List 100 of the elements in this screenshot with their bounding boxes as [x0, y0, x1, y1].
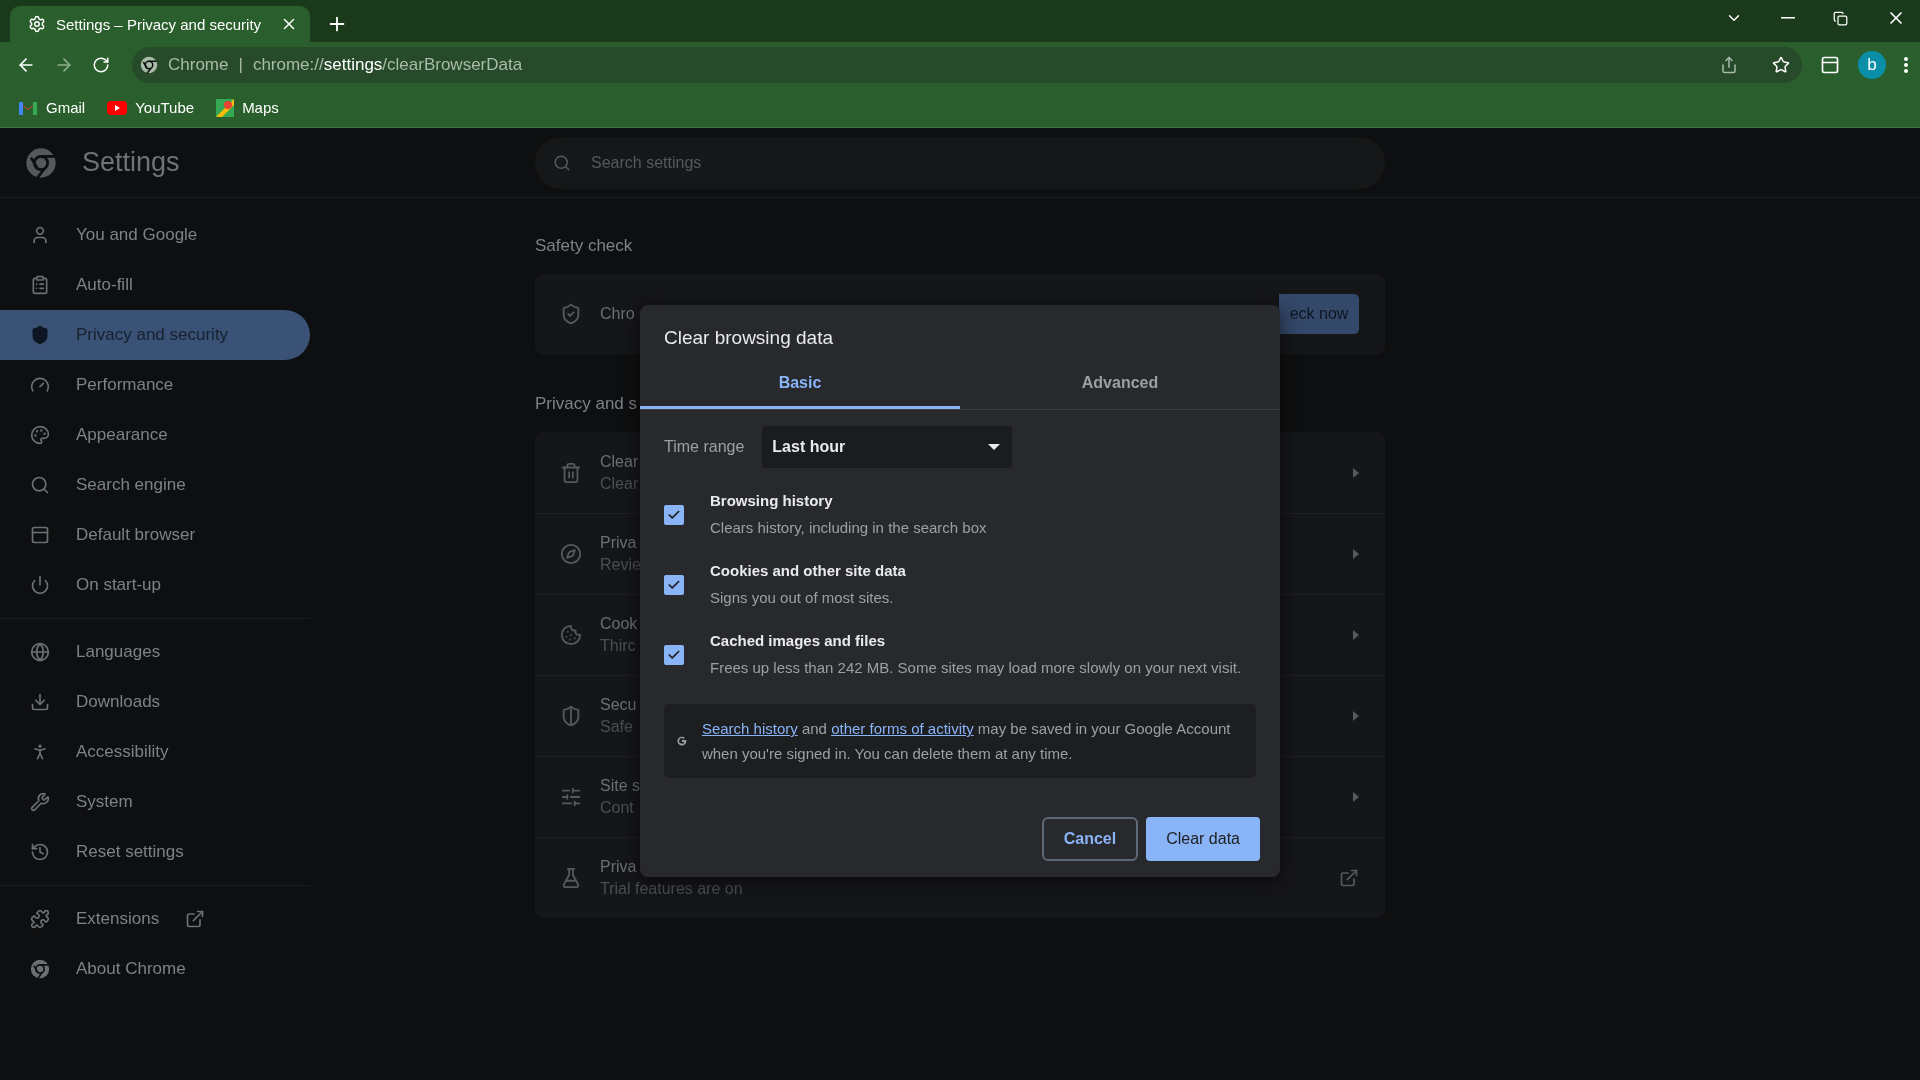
option-title: Cached images and files — [710, 631, 887, 651]
shield-check-icon — [560, 303, 582, 325]
star-icon — [1772, 56, 1790, 74]
option-description: Signs you out of most sites. — [710, 588, 895, 608]
info-link[interactable]: other forms of activity — [831, 720, 974, 737]
bookmark-link[interactable]: YouTube — [107, 99, 195, 116]
option-title: Browsing history — [710, 491, 834, 511]
download-icon — [30, 692, 50, 712]
tab-title: Settings – Privacy and security — [56, 15, 263, 33]
option-title: Cookies and other site data — [710, 561, 906, 581]
puzzle-icon — [30, 909, 50, 929]
row-title: Chro — [600, 305, 636, 323]
sliders-icon — [560, 786, 582, 808]
clear-data-button[interactable]: Clear data — [1146, 817, 1260, 861]
map-pin-icon — [216, 98, 235, 117]
search-field[interactable]: Search settings — [535, 136, 1385, 189]
menu-icon[interactable] — [1904, 57, 1908, 73]
sidebar-item[interactable]: Downloads — [0, 677, 310, 727]
gauge-icon — [30, 375, 50, 395]
sidebar-item[interactable]: Languages — [0, 627, 310, 677]
section-heading: Safety check — [535, 236, 633, 256]
sidebar-item[interactable]: Appearance — [0, 410, 310, 460]
row-subtitle: Cont — [600, 799, 634, 817]
trash-icon — [560, 461, 582, 484]
dialog-title: Clear browsing data — [663, 326, 834, 350]
person-icon — [30, 225, 50, 245]
page-title: Settings — [82, 147, 180, 178]
cancel-button[interactable]: Cancel — [1041, 817, 1139, 861]
row-title: Priva — [600, 858, 637, 876]
row-subtitle: Revie — [600, 556, 641, 574]
external-link-icon — [185, 909, 206, 929]
dialog-tab[interactable]: Basic — [640, 359, 960, 409]
history-icon — [30, 842, 50, 862]
checkbox[interactable] — [664, 505, 684, 525]
checkbox[interactable] — [664, 645, 684, 665]
arrow-right-icon — [1353, 711, 1359, 721]
arrow-right-icon — [1353, 467, 1359, 478]
info-link[interactable]: Search history — [701, 720, 798, 737]
side-panel-icon — [1820, 55, 1840, 75]
arrow-right-icon — [1353, 549, 1359, 559]
sidebar-item[interactable]: Default browser — [0, 510, 310, 560]
caret-icon — [988, 444, 1001, 450]
check-icon — [667, 578, 681, 592]
clipboard-icon — [30, 275, 50, 295]
row-title: Secu — [600, 696, 637, 714]
browser-window-icon — [30, 525, 50, 545]
cookie-icon — [560, 624, 582, 646]
sidebar-item[interactable]: Reset settings — [0, 827, 310, 877]
sidebar-item[interactable]: About Chrome — [0, 944, 310, 994]
address-bar[interactable]: Chrome | chrome://settings/clearBrowserData — [132, 47, 1802, 83]
compass-icon — [560, 543, 582, 565]
sidebar-item[interactable]: Performance — [0, 360, 310, 410]
bookmark-link[interactable]: Maps — [216, 98, 279, 117]
option-description: Clears history, including in the search box — [710, 518, 987, 538]
site-label: Chrome — [168, 55, 229, 75]
palette-icon — [30, 425, 50, 445]
check-icon — [667, 648, 681, 662]
power-icon — [30, 575, 50, 595]
row-title: Cook — [600, 615, 638, 633]
restore-icon — [1833, 10, 1848, 26]
field-label: Time range — [664, 438, 745, 456]
row-title: Clear — [600, 452, 639, 471]
chrome-logo-icon — [140, 56, 158, 74]
minimize-icon[interactable] — [1781, 17, 1795, 19]
sidebar-item[interactable]: Accessibility — [0, 727, 310, 777]
wrench-icon — [30, 792, 50, 812]
sidebar-item[interactable]: On start-up — [0, 560, 310, 610]
flask-icon — [560, 867, 582, 889]
sidebar-item[interactable]: Search engine — [0, 460, 310, 510]
profile-avatar[interactable]: b — [1858, 51, 1886, 79]
sidebar-item[interactable]: You and Google — [0, 210, 310, 260]
time-range-dropdown[interactable]: Last hour — [762, 426, 1013, 468]
sidebar-item[interactable]: Extensions — [0, 894, 310, 944]
play-icon — [107, 100, 128, 115]
row-title: Site s — [600, 777, 640, 795]
dialog-tab[interactable]: Advanced — [960, 359, 1280, 409]
search-icon — [553, 153, 571, 172]
external-link-icon — [1339, 868, 1359, 888]
share-icon — [1720, 56, 1738, 74]
checkbox[interactable] — [664, 575, 684, 595]
row-subtitle: Clear — [600, 474, 639, 493]
chrome-logo-icon — [25, 146, 57, 179]
separator-text: | — [238, 55, 243, 75]
sidebar-item[interactable]: System — [0, 777, 310, 827]
arrow-right-icon — [1353, 792, 1359, 802]
url-text: chrome://settings/clearBrowserData — [252, 55, 524, 75]
row-subtitle: Safe — [600, 718, 633, 736]
arrow-right-icon — [1353, 630, 1359, 640]
sidebar-item[interactable]: Auto-fill — [0, 260, 310, 310]
bookmark-link[interactable]: Gmail — [18, 99, 86, 116]
check-icon — [667, 508, 681, 522]
reload-icon — [92, 56, 110, 74]
row-subtitle: Thirc — [600, 637, 636, 655]
shield-icon — [30, 325, 50, 345]
option-description: Frees up less than 242 MB. Some sites may load more slowly on your next visit. — [710, 658, 1242, 678]
globe-icon — [30, 642, 50, 662]
chrome-logo-icon — [30, 959, 50, 979]
browser-tab[interactable]: Settings – Privacy and security — [10, 6, 310, 42]
shield-icon — [560, 705, 582, 727]
mail-icon — [18, 100, 38, 115]
